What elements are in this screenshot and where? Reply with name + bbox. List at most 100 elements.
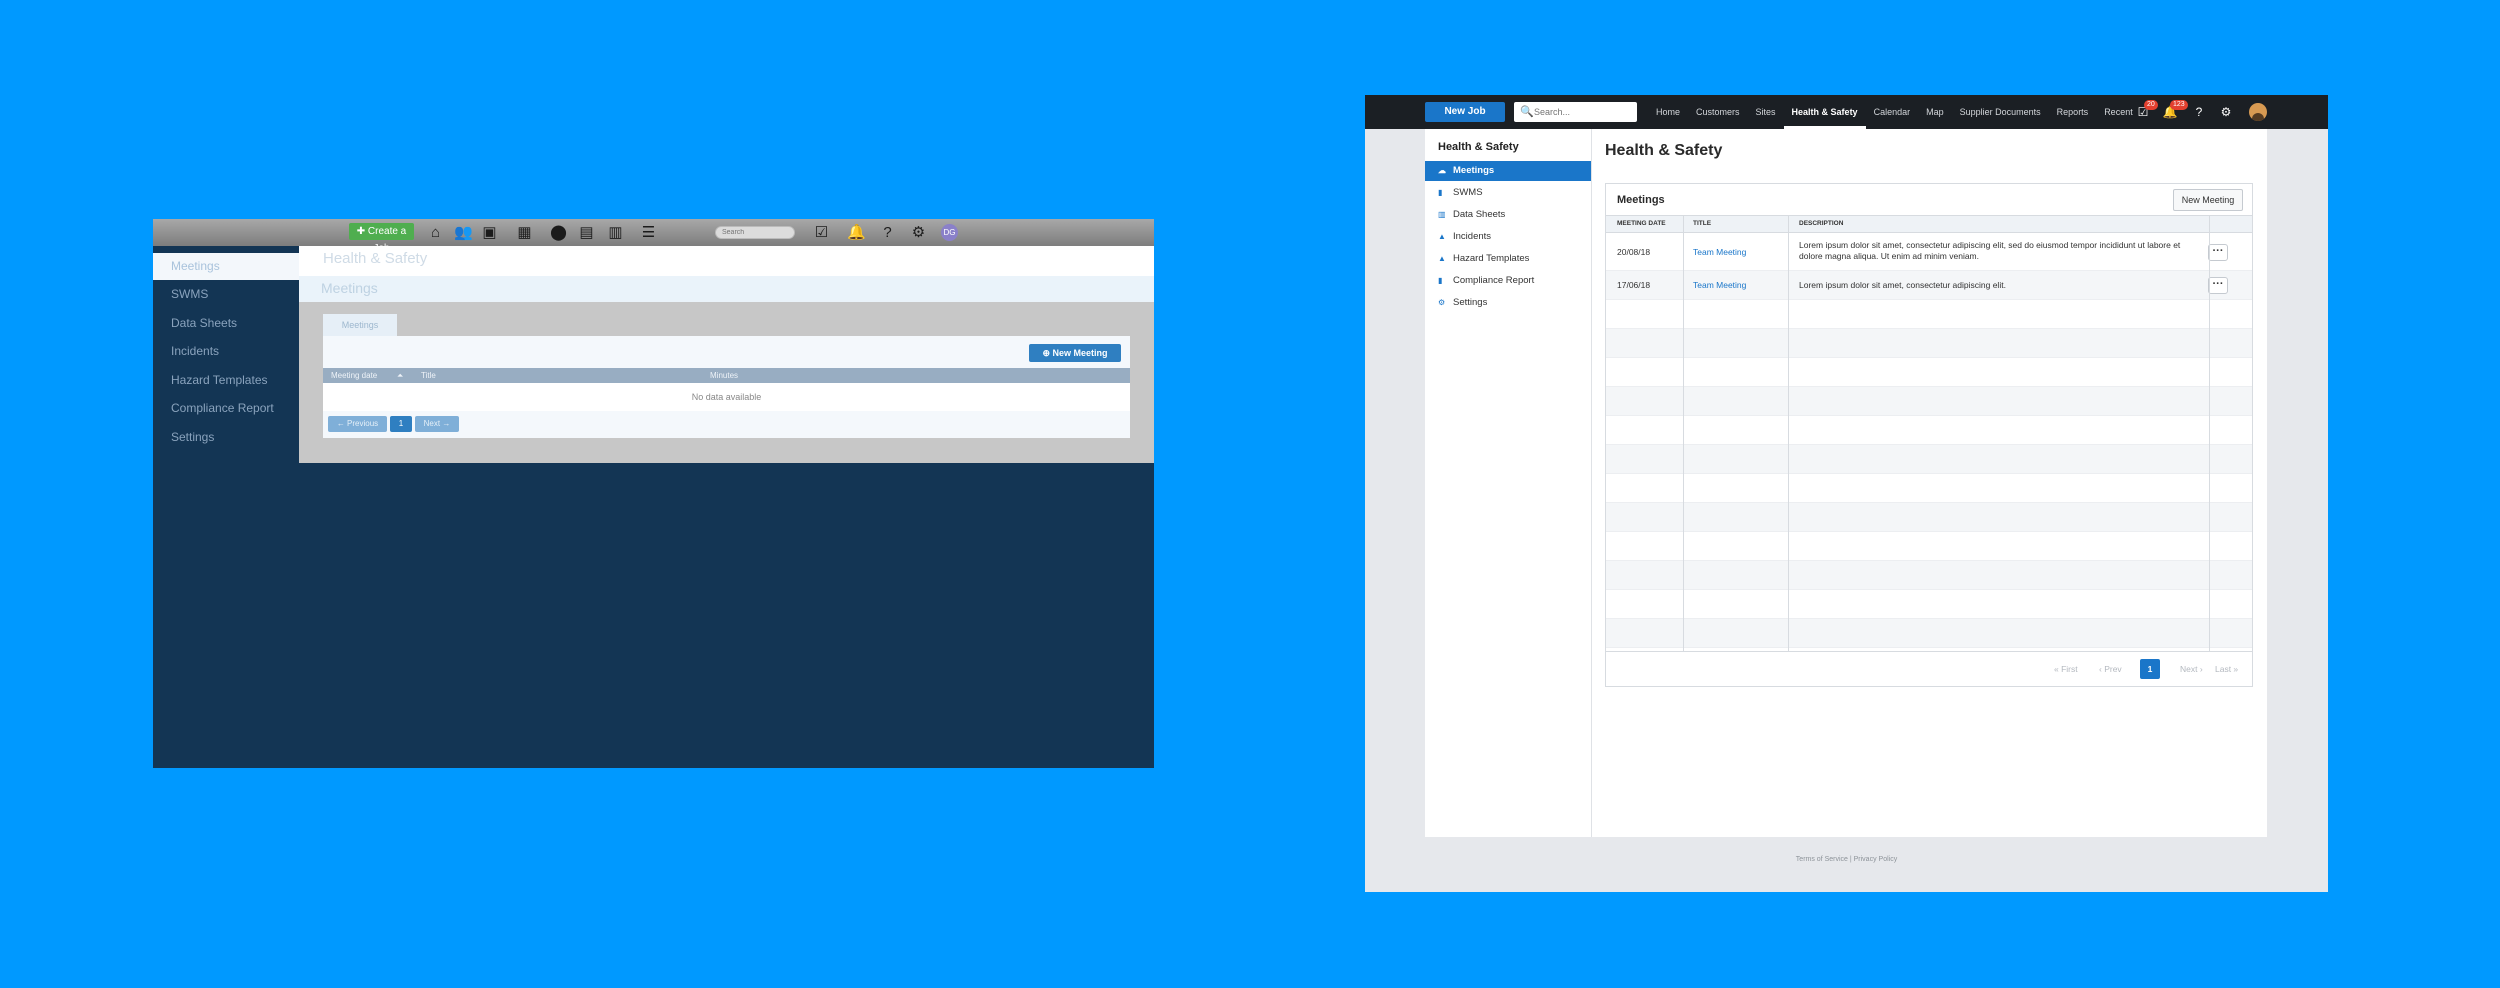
new-job-button[interactable]: New Job xyxy=(1425,102,1505,122)
sidebar-item-meetings[interactable]: ☁ Meetings xyxy=(1425,161,1591,181)
gear-icon: ⚙ xyxy=(1438,298,1446,307)
help-icon[interactable]: ? xyxy=(2191,104,2207,120)
column-meeting-date[interactable]: Meeting date xyxy=(331,368,377,383)
column-title[interactable]: Title xyxy=(421,368,436,383)
column-minutes[interactable]: Minutes xyxy=(710,368,738,383)
last-page-button[interactable]: Last » xyxy=(2215,664,2238,674)
user-avatar[interactable]: DG xyxy=(941,224,958,241)
empty-row xyxy=(1606,474,2252,503)
sidebar-item-label: Incidents xyxy=(1453,231,1492,242)
meetings-icon: ☁ xyxy=(1438,166,1446,175)
old-sidebar: Meetings SWMS Data Sheets Incidents Haza… xyxy=(153,246,299,451)
column-title[interactable]: TITLE xyxy=(1693,216,1711,232)
nav-health-safety[interactable]: Health & Safety xyxy=(1783,95,1866,129)
nav-home[interactable]: Home xyxy=(1648,95,1688,129)
nav-sites[interactable]: Sites xyxy=(1748,95,1784,129)
old-search-input[interactable] xyxy=(715,226,795,239)
sidebar-item-hazard-templates[interactable]: ▲ Hazard Templates xyxy=(1425,249,1591,269)
sidebar-item-label: SWMS xyxy=(1453,187,1483,198)
footer-links[interactable]: Terms of Service | Privacy Policy xyxy=(1365,856,2328,863)
bell-icon[interactable]: 🔔 xyxy=(847,224,866,241)
first-page-button[interactable]: « First xyxy=(2054,664,2078,674)
old-sidebar-item-meetings[interactable]: Meetings xyxy=(153,253,299,280)
search-icon: 🔍 xyxy=(1520,106,1534,118)
old-sidebar-item-data-sheets[interactable]: Data Sheets xyxy=(153,309,299,338)
old-previous-button[interactable]: ← Previous xyxy=(328,416,387,432)
map-pin-icon[interactable]: ⬤ xyxy=(550,224,567,241)
home-icon[interactable]: ⌂ xyxy=(427,224,444,241)
sidebar-item-swms[interactable]: ▮ SWMS xyxy=(1425,183,1591,203)
sidebar-item-data-sheets[interactable]: ▥ Data Sheets xyxy=(1425,205,1591,225)
old-tab-meetings[interactable]: Meetings xyxy=(323,314,397,336)
meetings-card: Meetings New Meeting MEETING DATE TITLE … xyxy=(1605,183,2253,687)
tasks-badge: 20 xyxy=(2144,100,2158,110)
row-title-link[interactable]: Team Meeting xyxy=(1693,247,1746,257)
next-page-button[interactable]: Next › xyxy=(2180,664,2203,674)
document-icon: ▮ xyxy=(1438,188,1443,197)
row-description: Lorem ipsum dolor sit amet, consectetur … xyxy=(1799,240,2181,261)
column-meeting-date[interactable]: MEETING DATE xyxy=(1617,216,1666,232)
table-row[interactable]: 17/06/18 Team Meeting Lorem ipsum dolor … xyxy=(1606,271,2252,300)
empty-row xyxy=(1606,358,2252,387)
nav-customers[interactable]: Customers xyxy=(1688,95,1748,129)
table-row[interactable]: 20/08/18 Team Meeting Lorem ipsum dolor … xyxy=(1606,233,2252,271)
old-sidebar-item-swms[interactable]: SWMS xyxy=(153,280,299,309)
document-icon[interactable]: ▤ xyxy=(578,224,595,241)
reports-icon[interactable]: ▥ xyxy=(607,224,624,241)
nav-links: Home Customers Sites Health & Safety Cal… xyxy=(1648,95,2141,129)
user-avatar[interactable] xyxy=(2249,103,2267,121)
gear-icon[interactable]: ⚙ xyxy=(2218,104,2234,120)
empty-row xyxy=(1606,329,2252,358)
calendar-icon[interactable]: ▦ xyxy=(516,224,533,241)
old-sidebar-item-incidents[interactable]: Incidents xyxy=(153,337,299,366)
old-next-button[interactable]: Next → xyxy=(415,416,459,432)
gear-icon[interactable]: ⚙ xyxy=(910,224,927,241)
row-actions-button[interactable]: ··· xyxy=(2208,277,2228,294)
old-empty-message: No data available xyxy=(323,383,1130,411)
new-meeting-button[interactable]: New Meeting xyxy=(2173,189,2243,211)
old-section-title: Meetings xyxy=(299,276,1154,302)
old-main: Health & Safety Meetings Meetings ⊕ New … xyxy=(299,246,1154,463)
old-page-1-button[interactable]: 1 xyxy=(390,416,412,432)
pagination: « First ‹ Prev 1 Next › Last » xyxy=(1606,651,2252,686)
customers-icon[interactable]: 👥 xyxy=(454,224,473,241)
row-date: 17/06/18 xyxy=(1617,280,1651,290)
sidebar-item-label: Meetings xyxy=(1453,165,1495,176)
sidebar-item-label: Data Sheets xyxy=(1453,209,1506,220)
row-title-link[interactable]: Team Meeting xyxy=(1693,280,1746,290)
help-icon[interactable]: ? xyxy=(879,224,896,241)
search-input[interactable] xyxy=(1534,105,1632,119)
column-description[interactable]: DESCRIPTION xyxy=(1799,216,1843,232)
nav-supplier-documents[interactable]: Supplier Documents xyxy=(1952,95,2049,129)
old-sidebar-item-compliance-report[interactable]: Compliance Report xyxy=(153,394,299,423)
column-divider xyxy=(1788,215,1789,651)
empty-row xyxy=(1606,387,2252,416)
row-date: 20/08/18 xyxy=(1617,247,1651,257)
old-new-meeting-button[interactable]: ⊕ New Meeting xyxy=(1029,344,1121,362)
table-body: 20/08/18 Team Meeting Lorem ipsum dolor … xyxy=(1606,233,2252,648)
create-job-button[interactable]: ✚ Create a Job xyxy=(349,223,414,254)
sidebar-item-incidents[interactable]: ▲ Incidents xyxy=(1425,227,1591,247)
sites-icon[interactable]: ▣ xyxy=(481,224,498,241)
row-description: Lorem ipsum dolor sit amet, consectetur … xyxy=(1799,280,2006,290)
page-1-button[interactable]: 1 xyxy=(2140,659,2160,679)
nav-map[interactable]: Map xyxy=(1918,95,1952,129)
new-app-window: New Job 🔍 Home Customers Sites Health & … xyxy=(1365,95,2328,892)
list-icon[interactable]: ☰ xyxy=(640,224,657,241)
nav-reports[interactable]: Reports xyxy=(2049,95,2097,129)
old-sidebar-item-settings[interactable]: Settings xyxy=(153,423,299,452)
sidebar-item-settings[interactable]: ⚙ Settings xyxy=(1425,293,1591,313)
row-actions-button[interactable]: ··· xyxy=(2208,244,2228,261)
tasks-icon[interactable]: ☑ xyxy=(813,224,830,241)
sidebar: Health & Safety ☁ Meetings ▮ SWMS ▥ Data Sh… xyxy=(1425,129,1592,837)
old-sidebar-item-hazard-templates[interactable]: Hazard Templates xyxy=(153,366,299,395)
card-title: Meetings xyxy=(1617,194,1665,206)
sidebar-item-compliance-report[interactable]: ▮ Compliance Report xyxy=(1425,271,1591,291)
empty-row xyxy=(1606,416,2252,445)
empty-row xyxy=(1606,300,2252,329)
sort-asc-icon[interactable]: ⏶ xyxy=(397,368,403,383)
old-app-window: ✚ Create a Job ⌂ 👥 ▣ ▦ ⬤ ▤ ▥ ☰ ☑ 🔔 ? ⚙ D… xyxy=(153,219,1154,768)
empty-row xyxy=(1606,503,2252,532)
nav-calendar[interactable]: Calendar xyxy=(1866,95,1919,129)
prev-page-button[interactable]: ‹ Prev xyxy=(2099,664,2122,674)
